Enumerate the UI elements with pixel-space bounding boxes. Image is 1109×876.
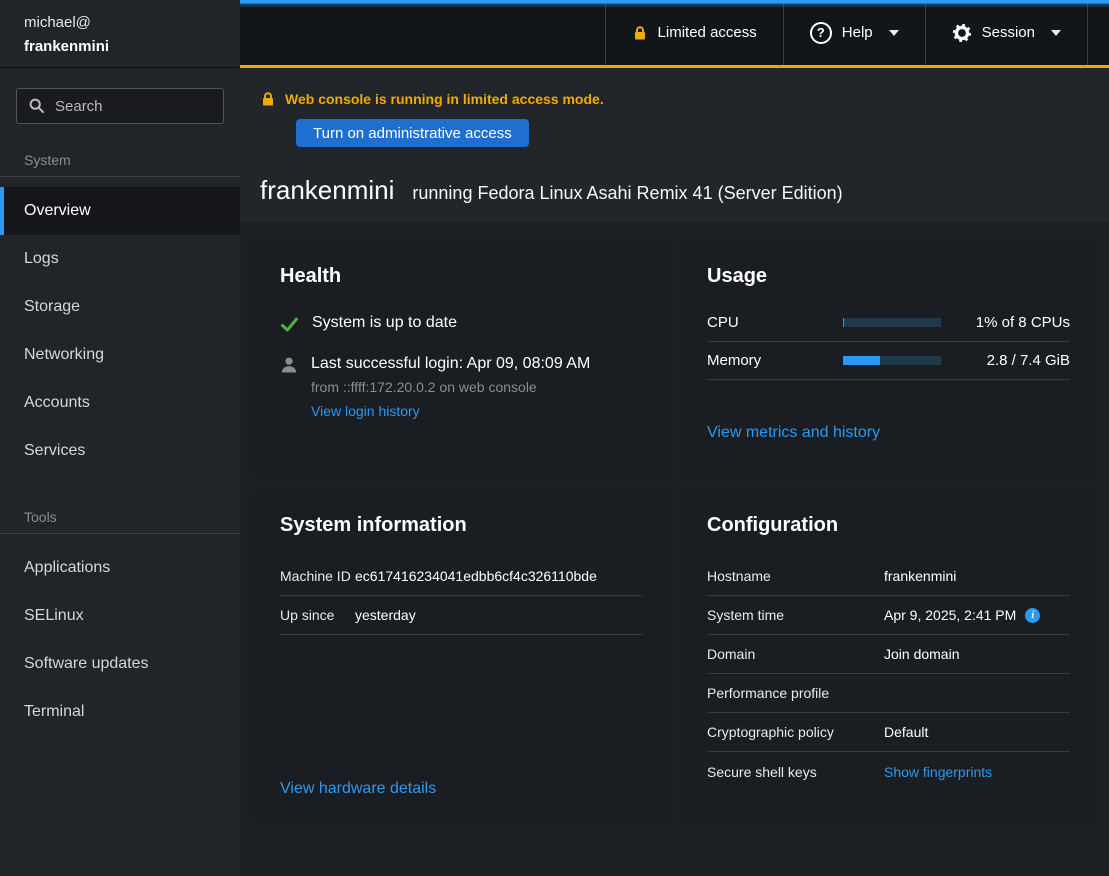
domain-row: Domain Join domain [707,635,1070,674]
system-information-table: Machine ID ec617416234041edbb6cf4c326110… [280,557,643,635]
domain-label: Domain [707,646,884,662]
gear-icon [952,23,972,43]
system-time-value: Apr 9, 2025, 2:41 PM [884,607,1016,623]
session-label: Session [982,24,1035,41]
hostname-label: Hostname [707,568,884,584]
show-fingerprints-link[interactable]: Show fingerprints [884,764,992,780]
limited-access-button[interactable]: Limited access [605,0,783,65]
sidebar-nav: System Overview Logs Storage Networking … [0,138,240,736]
usage-table: CPU 1% of 8 CPUs Memory 2.8 / 7.4 GiB [707,304,1070,380]
help-label: Help [842,24,873,41]
logged-in-user: michael@ [24,11,216,35]
performance-profile-row: Performance profile [707,674,1070,713]
machine-id-label: Machine ID [280,568,355,584]
caret-down-icon [1051,30,1061,36]
question-circle-icon: ? [810,22,832,44]
os-description: running Fedora Linux Asahi Remix 41 (Ser… [412,183,842,204]
cockpit-app: michael@ frankenmini System Overview Log… [0,0,1109,876]
user-icon [280,356,298,374]
cryptographic-policy-value: Default [884,724,928,740]
overview-page: Web console is running in limited access… [240,68,1109,876]
usage-card: Usage CPU 1% of 8 CPUs Memory 2.8 / 7.4 … [680,239,1097,478]
machine-id-value: ec617416234041edbb6cf4c326110bde [355,568,597,584]
last-login-item: Last successful login: Apr 09, 08:09 AM … [280,355,643,421]
secure-shell-keys-row: Secure shell keys Show fingerprints [707,752,1070,791]
info-icon[interactable]: i [1025,608,1040,623]
up-since-label: Up since [280,607,355,623]
memory-usage-value: 2.8 / 7.4 GiB [987,352,1070,369]
nav-section-system: System Overview Logs Storage Networking … [0,138,240,475]
sidebar-search [0,68,240,124]
sidebar: michael@ frankenmini System Overview Log… [0,0,240,876]
last-login-text: Last successful login: Apr 09, 08:09 AM [311,355,590,373]
hostname-value: frankenmini [884,568,956,584]
sidebar-item-overview[interactable]: Overview [0,187,240,235]
sidebar-login-info: michael@ frankenmini [0,0,240,68]
cpu-label: CPU [707,314,843,331]
limited-access-label: Limited access [658,24,757,41]
logged-in-host: frankenmini [24,35,216,59]
page-title: frankenmini running Fedora Linux Asahi R… [260,175,1089,206]
health-card: Health System is up to date [253,239,670,478]
page-header-section: Web console is running in limited access… [240,68,1109,222]
health-card-title: Health [280,265,643,288]
hostname-row: Hostname frankenmini [707,557,1070,596]
sidebar-item-networking[interactable]: Networking [0,331,240,379]
configuration-card: Configuration Hostname frankenmini Syste… [680,488,1097,824]
cpu-usage-value: 1% of 8 CPUs [976,314,1070,331]
lock-icon [632,25,648,41]
login-source-text: from ::ffff:172.20.0.2 on web console [311,379,590,395]
lock-icon [260,91,276,107]
secure-shell-keys-label: Secure shell keys [707,764,884,780]
performance-profile-label: Performance profile [707,685,884,701]
sidebar-item-software-updates[interactable]: Software updates [0,640,240,688]
system-information-card: System information Machine ID ec61741623… [253,488,670,824]
cryptographic-policy-label: Cryptographic policy [707,724,884,740]
nav-section-tools: Tools Applications SELinux Software upda… [0,495,240,736]
view-hardware-details-link[interactable]: View hardware details [280,780,643,798]
join-domain-action[interactable]: Join domain [884,646,960,662]
limited-access-alert: Web console is running in limited access… [260,91,1089,107]
updates-status-item: System is up to date [280,314,643,334]
memory-progress-bar [843,356,941,365]
up-since-value: yesterday [355,607,416,623]
cards-section: Health System is up to date [240,222,1109,876]
sidebar-item-logs[interactable]: Logs [0,235,240,283]
up-since-row: Up since yesterday [280,596,643,635]
memory-label: Memory [707,352,843,369]
configuration-title: Configuration [707,514,1070,537]
nav-section-tools-title: Tools [0,495,240,534]
check-icon [280,315,299,334]
sidebar-item-selinux[interactable]: SELinux [0,592,240,640]
limited-access-alert-text: Web console is running in limited access… [285,91,604,107]
sidebar-item-accounts[interactable]: Accounts [0,379,240,427]
cryptographic-policy-row: Cryptographic policy Default [707,713,1070,752]
system-time-row: System time Apr 9, 2025, 2:41 PM i [707,596,1070,635]
caret-down-icon [889,30,899,36]
view-metrics-link[interactable]: View metrics and history [707,424,1070,442]
sidebar-item-services[interactable]: Services [0,427,240,475]
hostname-heading: frankenmini [260,175,394,206]
memory-usage-row: Memory 2.8 / 7.4 GiB [707,342,1070,380]
configuration-table: Hostname frankenmini System time Apr 9, … [707,557,1070,791]
masthead: Limited access ? Help Session [240,0,1109,68]
usage-card-title: Usage [707,265,1070,288]
cpu-usage-row: CPU 1% of 8 CPUs [707,304,1070,342]
sidebar-item-terminal[interactable]: Terminal [0,688,240,736]
help-dropdown[interactable]: ? Help [783,0,925,65]
system-time-label: System time [707,607,884,623]
session-dropdown[interactable]: Session [925,0,1088,65]
nav-section-system-title: System [0,138,240,177]
turn-on-admin-access-button[interactable]: Turn on administrative access [296,119,529,147]
system-information-title: System information [280,514,643,537]
view-login-history-link[interactable]: View login history [311,403,420,419]
cpu-progress-bar [843,318,941,327]
search-input[interactable] [16,88,224,124]
machine-id-row: Machine ID ec617416234041edbb6cf4c326110… [280,557,643,596]
masthead-nav: Limited access ? Help Session [605,0,1088,65]
sidebar-item-applications[interactable]: Applications [0,544,240,592]
search-icon [28,97,46,115]
updates-status-text: System is up to date [312,314,457,332]
sidebar-item-storage[interactable]: Storage [0,283,240,331]
